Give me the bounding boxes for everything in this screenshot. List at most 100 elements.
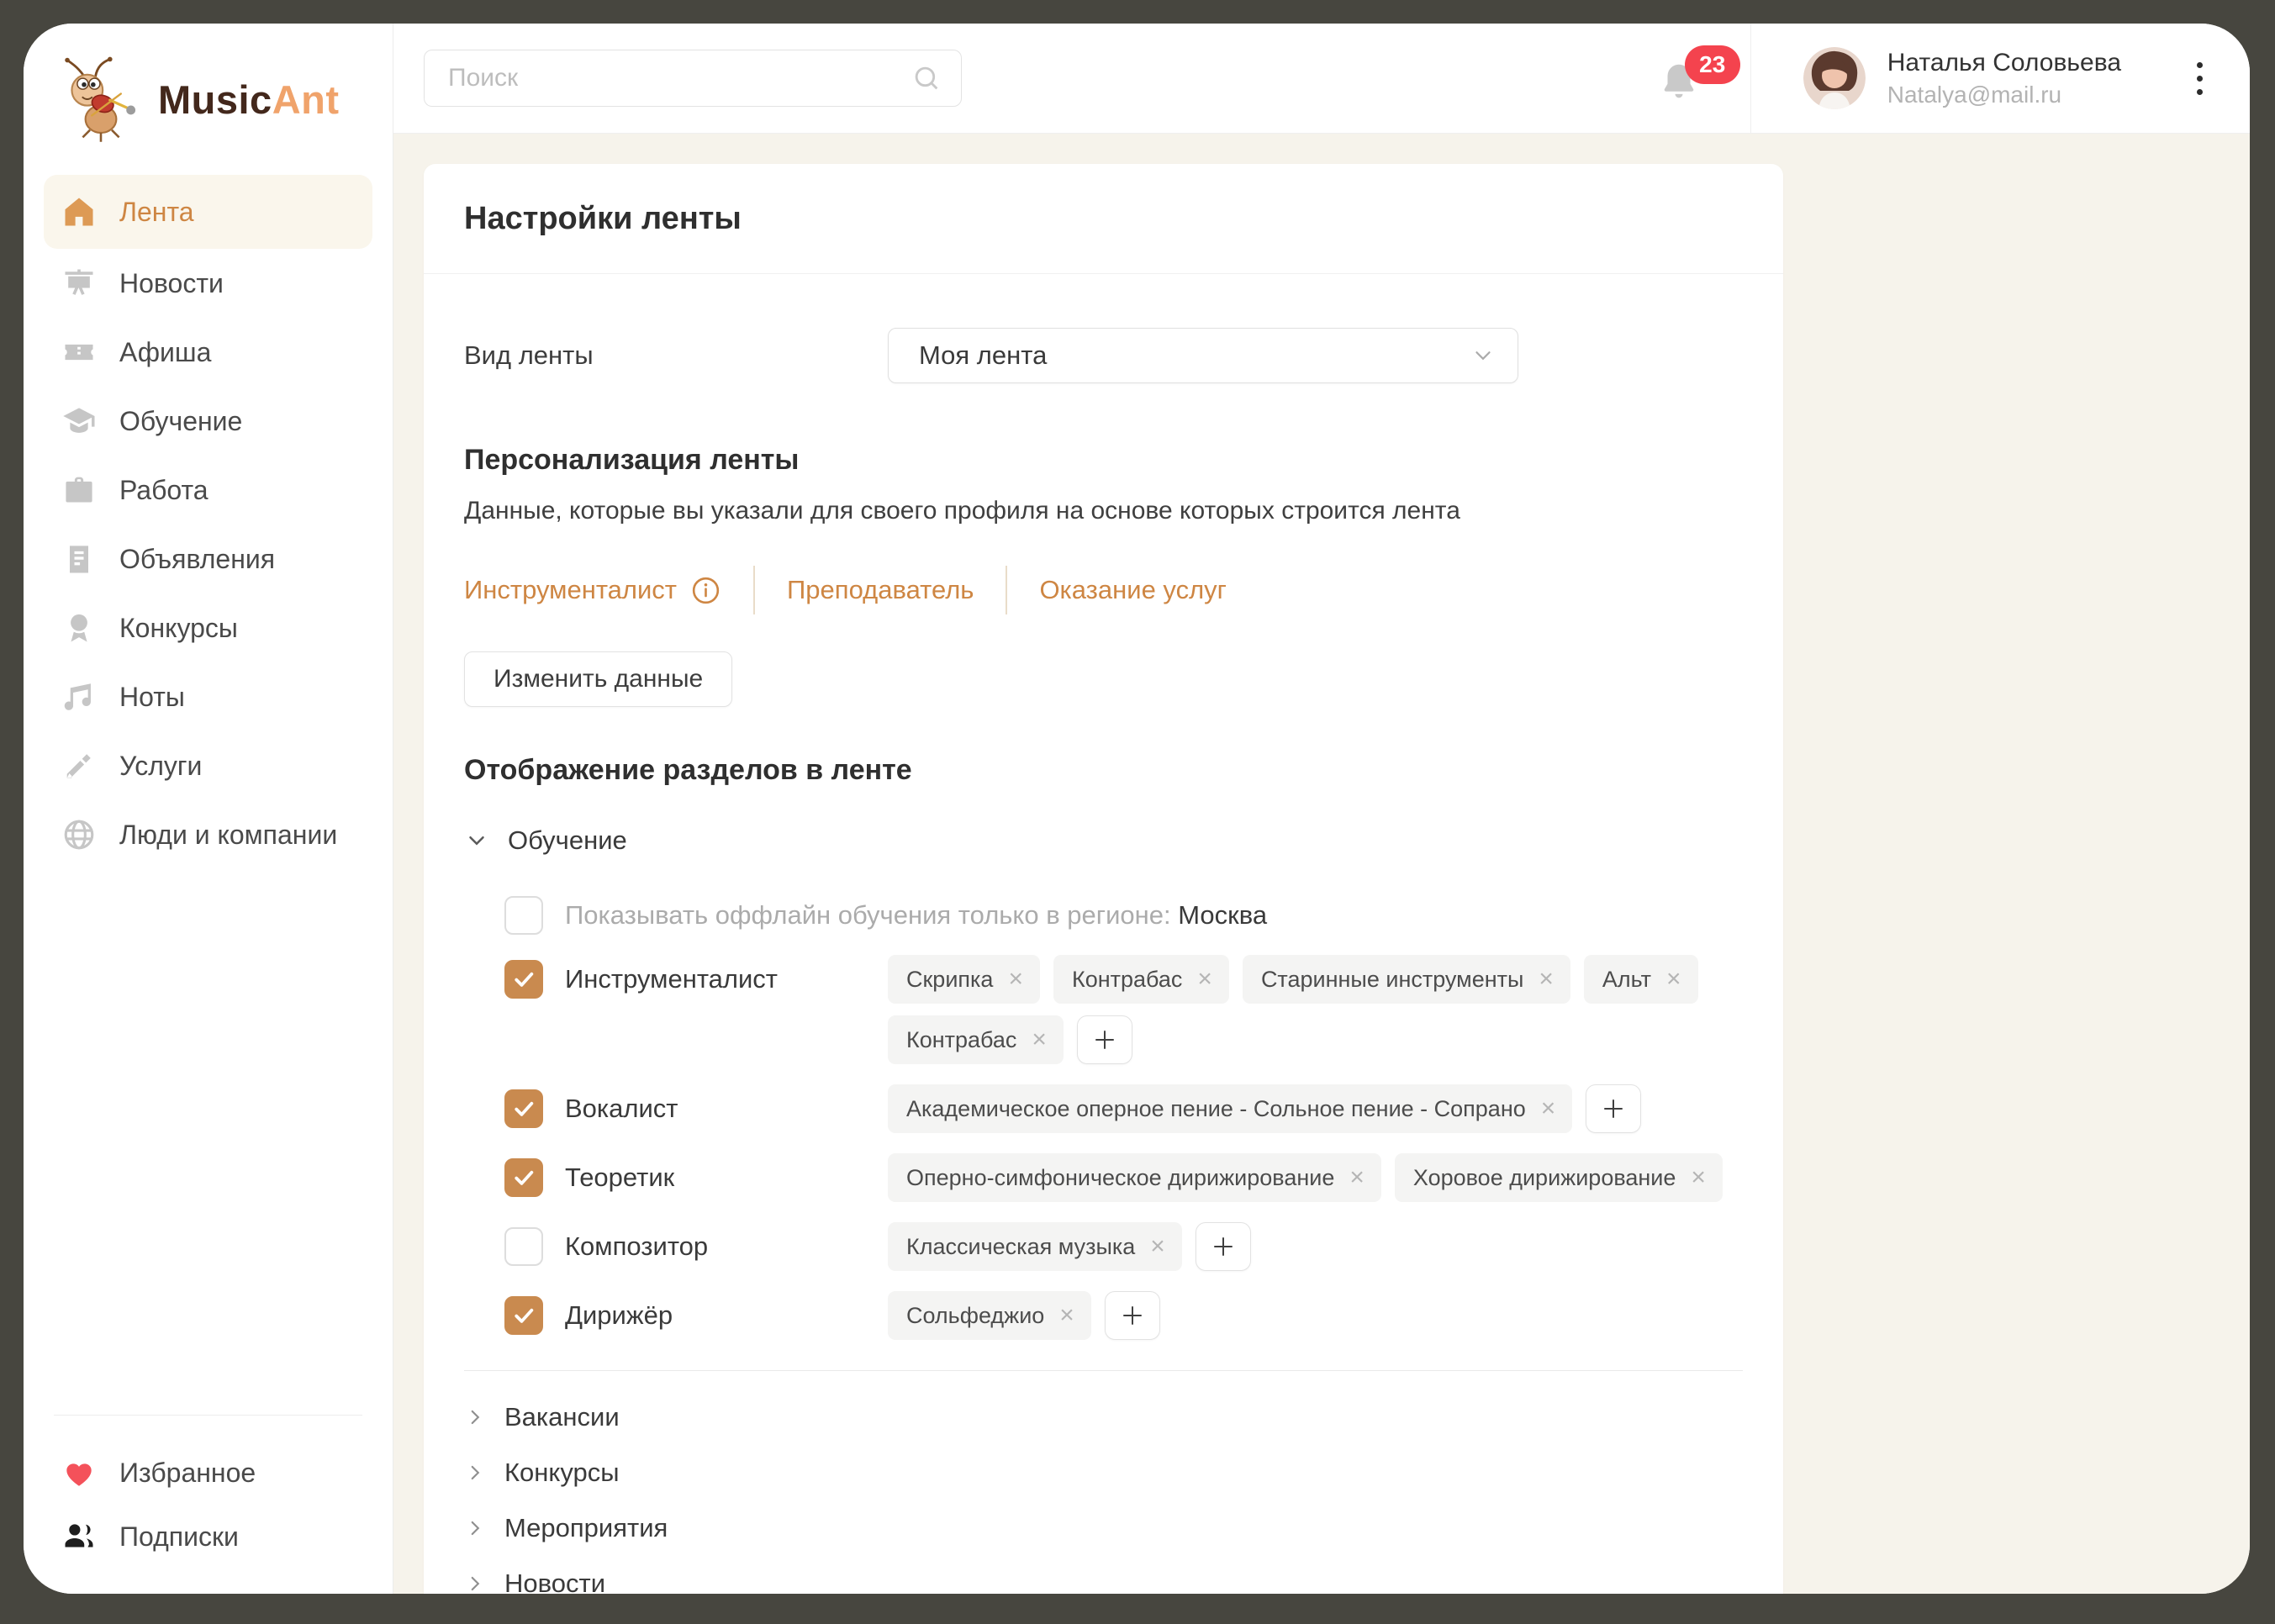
collapsed-section-label: Конкурсы bbox=[504, 1458, 620, 1488]
tag-remove-icon[interactable]: × bbox=[1691, 1165, 1706, 1190]
row-checkbox[interactable] bbox=[504, 1296, 543, 1335]
tab-role-1[interactable]: Преподаватель bbox=[787, 575, 974, 605]
row-tags: Сольфеджио× bbox=[888, 1291, 1743, 1340]
info-icon[interactable] bbox=[690, 575, 721, 606]
notifications-button[interactable]: 23 bbox=[1656, 49, 1705, 108]
add-tag-button[interactable] bbox=[1196, 1222, 1251, 1271]
announcement-icon bbox=[61, 540, 98, 577]
medal-icon bbox=[61, 609, 98, 646]
edit-data-button[interactable]: Изменить данные bbox=[464, 651, 732, 707]
plus-icon bbox=[1211, 1234, 1236, 1259]
row-label: Композитор bbox=[565, 1231, 708, 1262]
tab-label: Преподаватель bbox=[787, 575, 974, 605]
tag-remove-icon[interactable]: × bbox=[1008, 967, 1023, 992]
row-checkbox[interactable] bbox=[504, 1158, 543, 1197]
music-note-icon bbox=[61, 678, 98, 715]
row-tags: Академическое оперное пение - Сольное пе… bbox=[888, 1084, 1743, 1133]
sidebar-item-label: Работа bbox=[119, 475, 208, 506]
tag-remove-icon[interactable]: × bbox=[1032, 1027, 1047, 1052]
sidebar-item-label: Люди и компании bbox=[119, 820, 337, 851]
tag-remove-icon[interactable]: × bbox=[1349, 1165, 1364, 1190]
collapsed-section-2[interactable]: Мероприятия bbox=[464, 1502, 1743, 1554]
chevron-right-icon bbox=[464, 1517, 486, 1539]
notification-badge: 23 bbox=[1685, 45, 1740, 84]
sidebar-item-heart[interactable]: Избранное bbox=[44, 1441, 372, 1505]
tag-remove-icon[interactable]: × bbox=[1059, 1303, 1074, 1328]
training-section-toggle[interactable]: Обучение bbox=[464, 825, 1743, 856]
tag-remove-icon[interactable]: × bbox=[1150, 1234, 1165, 1259]
collapsed-section-1[interactable]: Конкурсы bbox=[464, 1447, 1743, 1499]
tab-role-2[interactable]: Оказание услуг bbox=[1039, 575, 1227, 605]
content-area: Настройки ленты Вид ленты Моя лента Перс… bbox=[393, 134, 2250, 1594]
training-row: Инструменталист Скрипка×Контрабас×Старин… bbox=[504, 955, 1743, 1064]
check-icon bbox=[511, 967, 536, 992]
tab-label: Оказание услуг bbox=[1039, 575, 1227, 605]
tag-remove-icon[interactable]: × bbox=[1197, 967, 1212, 992]
app-window: MusicAnt ЛентаНовостиАфишаОбучениеРабота… bbox=[24, 24, 2250, 1594]
tag-label: Контрабас bbox=[906, 1027, 1016, 1053]
add-tag-button[interactable] bbox=[1586, 1084, 1641, 1133]
tab-separator bbox=[753, 566, 755, 614]
row-checkbox[interactable] bbox=[504, 1089, 543, 1128]
training-section-label: Обучение bbox=[508, 825, 627, 856]
graduation-cap-icon bbox=[61, 403, 98, 440]
row-label: Инструменталист bbox=[565, 964, 778, 994]
sidebar-item-ticket[interactable]: Афиша bbox=[44, 318, 372, 387]
region-filter-checkbox[interactable] bbox=[504, 896, 543, 935]
training-row-left: Дирижёр bbox=[504, 1291, 888, 1340]
add-tag-button[interactable] bbox=[1105, 1291, 1160, 1340]
briefcase-icon bbox=[61, 472, 98, 509]
personalization-description: Данные, которые вы указали для своего пр… bbox=[464, 497, 1743, 525]
search-input[interactable] bbox=[448, 64, 911, 92]
tag-label: Контрабас bbox=[1072, 967, 1182, 993]
row-checkbox[interactable] bbox=[504, 1227, 543, 1266]
sidebar-item-news[interactable]: Новости bbox=[44, 249, 372, 318]
collapsed-section-label: Вакансии bbox=[504, 1402, 620, 1432]
collapsed-section-0[interactable]: Вакансии bbox=[464, 1391, 1743, 1443]
collapsed-section-3[interactable]: Новости bbox=[464, 1558, 1743, 1594]
check-icon bbox=[511, 1096, 536, 1121]
sidebar-item-music-note[interactable]: Ноты bbox=[44, 662, 372, 731]
tools-icon bbox=[61, 747, 98, 784]
sidebar-item-briefcase[interactable]: Работа bbox=[44, 456, 372, 525]
sidebar-item-home[interactable]: Лента bbox=[44, 175, 372, 249]
sidebar-item-label: Объявления bbox=[119, 544, 275, 575]
chevron-right-icon bbox=[464, 1406, 486, 1428]
tag-label: Альт bbox=[1602, 967, 1651, 993]
tab-role-0[interactable]: Инструменталист bbox=[464, 575, 721, 606]
personalization-title: Персонализация ленты bbox=[464, 444, 1743, 477]
feed-type-select[interactable]: Моя лента bbox=[888, 328, 1518, 383]
tag: Хоровое дирижирование× bbox=[1395, 1153, 1723, 1202]
sidebar-item-medal[interactable]: Конкурсы bbox=[44, 593, 372, 662]
tag-remove-icon[interactable]: × bbox=[1539, 967, 1554, 992]
logo[interactable]: MusicAnt bbox=[44, 24, 372, 170]
tag: Контрабас × bbox=[1053, 955, 1229, 1004]
sidebar-item-announcement[interactable]: Объявления bbox=[44, 525, 372, 593]
brand-name: MusicAnt bbox=[158, 76, 340, 123]
row-checkbox[interactable] bbox=[504, 960, 543, 999]
news-icon bbox=[61, 265, 98, 302]
tag-label: Скрипка bbox=[906, 967, 993, 993]
tag-remove-icon[interactable]: × bbox=[1541, 1096, 1556, 1121]
feed-type-label: Вид ленты bbox=[464, 340, 888, 371]
tab-label: Инструменталист bbox=[464, 575, 677, 605]
add-tag-button[interactable] bbox=[1077, 1015, 1132, 1064]
row-label: Вокалист bbox=[565, 1094, 678, 1124]
more-menu-button[interactable] bbox=[2188, 54, 2211, 103]
ticket-icon bbox=[61, 334, 98, 371]
user-profile[interactable]: Наталья Соловьева Natalya@mail.ru bbox=[1803, 46, 2121, 110]
search-box[interactable] bbox=[424, 50, 962, 107]
sidebar-item-tools[interactable]: Услуги bbox=[44, 731, 372, 800]
sidebar-item-label: Подписки bbox=[119, 1521, 239, 1553]
sidebar-item-people[interactable]: Подписки bbox=[44, 1505, 372, 1569]
profile-role-tabs: Инструменталист Преподаватель Оказание усл… bbox=[464, 566, 1743, 614]
feed-type-value: Моя лента bbox=[919, 340, 1470, 371]
tag: Сольфеджио× bbox=[888, 1291, 1091, 1340]
search-icon bbox=[911, 62, 942, 94]
sidebar-item-graduation-cap[interactable]: Обучение bbox=[44, 387, 372, 456]
tag-label: Оперно-симфоническое дирижирование bbox=[906, 1165, 1334, 1191]
row-tags: Оперно-симфоническое дирижирование×Хоров… bbox=[888, 1153, 1743, 1202]
check-icon bbox=[511, 1303, 536, 1328]
tag-remove-icon[interactable]: × bbox=[1666, 967, 1681, 992]
sidebar-item-globe[interactable]: Люди и компании bbox=[44, 800, 372, 869]
